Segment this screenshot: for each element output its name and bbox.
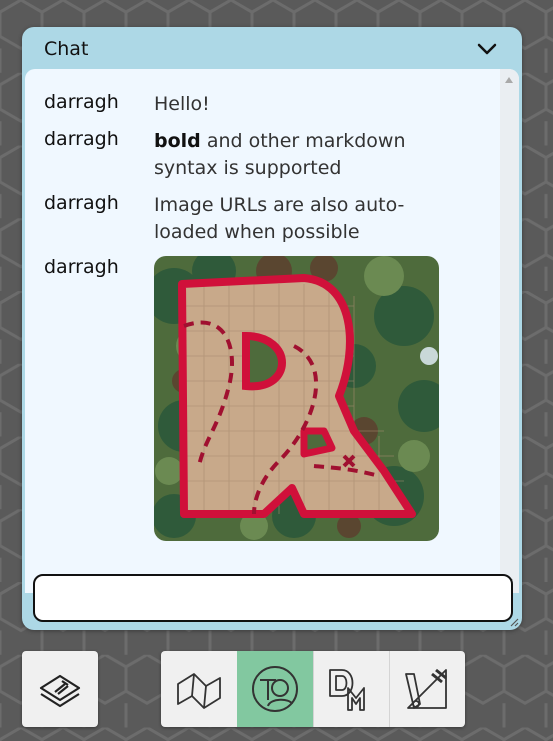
- chat-header[interactable]: Chat: [22, 27, 522, 69]
- dm-icon: [329, 669, 365, 711]
- tool-bar: [161, 651, 465, 727]
- chat-messages[interactable]: darragh Hello! darragh bold and other ma…: [25, 69, 519, 593]
- dm-tool-button[interactable]: [313, 651, 389, 727]
- draw-tool-button[interactable]: [389, 651, 465, 727]
- chat-title: Chat: [44, 38, 89, 60]
- chat-panel: Chat darragh Hello! darragh bold and oth…: [22, 27, 522, 630]
- token-tool-button[interactable]: [237, 651, 313, 727]
- message-author: darragh: [44, 192, 119, 214]
- message-text: Image URLs are also auto-loaded when pos…: [154, 194, 405, 243]
- chat-input[interactable]: [35, 576, 511, 620]
- layers-icon: [39, 674, 81, 708]
- message-author: darragh: [44, 91, 119, 113]
- message-author: darragh: [44, 256, 119, 278]
- message-text: bold and other markdown syntax is suppor…: [154, 128, 414, 182]
- chevron-down-icon[interactable]: [474, 39, 500, 59]
- map-tool-button[interactable]: [161, 651, 237, 727]
- scrollbar[interactable]: [500, 69, 519, 593]
- message-text: Hello!: [154, 93, 210, 115]
- resize-handle-icon[interactable]: [509, 617, 519, 627]
- dungeon-map-image[interactable]: [154, 256, 439, 541]
- layers-button[interactable]: [22, 651, 98, 727]
- token-user-icon: [252, 666, 298, 712]
- chat-input-box[interactable]: [33, 574, 513, 622]
- map-fold-icon: [177, 673, 221, 709]
- bold-text: bold: [154, 130, 201, 152]
- message-author: darragh: [44, 128, 119, 150]
- draw-ruler-icon: [405, 668, 447, 709]
- scroll-up-arrow[interactable]: [505, 77, 513, 83]
